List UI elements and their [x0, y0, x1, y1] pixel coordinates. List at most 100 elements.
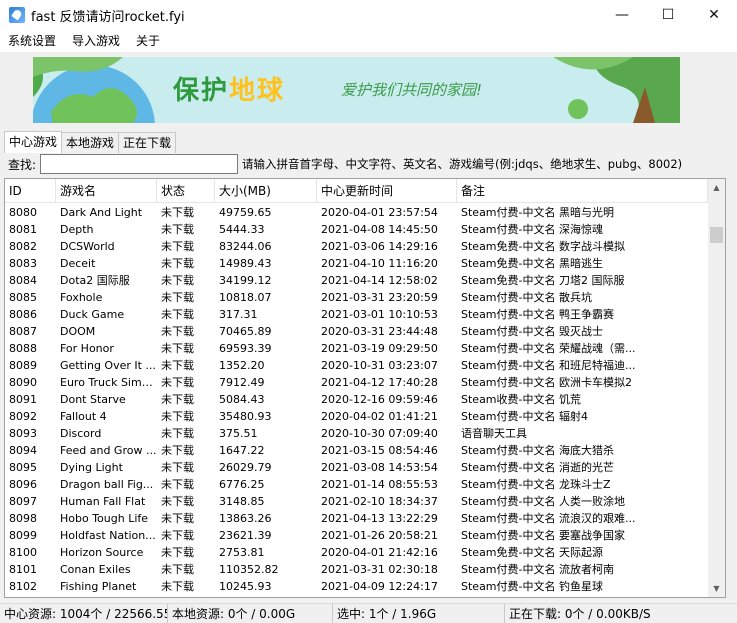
cell-updated: 2021-03-19 09:29:50 — [321, 342, 438, 355]
table-row[interactable]: 8094 Feed and Grow ... 未下载 1647.22 2021-03-1… — [5, 442, 708, 459]
table-row[interactable]: 8088 For Honor 未下载 69593.39 2021-03-19 09:29… — [5, 340, 708, 357]
tab-downloading[interactable]: 正在下载 — [118, 132, 177, 153]
table-row[interactable]: 8096 Dragon ball Fig... 未下载 6776.25 2021-01-… — [5, 476, 708, 493]
vertical-scrollbar[interactable]: ▲ ▼ — [708, 179, 725, 597]
table-row[interactable]: 8095 Dying Light 未下载 26029.79 2021-03-08 14:… — [5, 459, 708, 476]
table-row[interactable]: 8091 Dont Starve 未下载 5084.43 2020-12-16 09:5… — [5, 391, 708, 408]
cell-note: 语音聊天工具 — [461, 427, 527, 440]
cell-id: 8084 — [9, 274, 37, 287]
table-row[interactable]: 8089 Getting Over It ... 未下载 1352.20 2020-10… — [5, 357, 708, 374]
cell-size: 70465.89 — [219, 325, 272, 338]
cell-size: 69593.39 — [219, 342, 272, 355]
cell-id: 8099 — [9, 529, 37, 542]
table-row[interactable]: 8101 Conan Exiles 未下载 110352.82 2021-03-31 0… — [5, 561, 708, 578]
table-row[interactable]: 8085 Foxhole 未下载 10818.07 2021-03-31 23:20:5… — [5, 289, 708, 306]
cell-id: 8086 — [9, 308, 37, 321]
scroll-up-arrow-icon[interactable]: ▲ — [708, 179, 725, 196]
cell-status: 未下载 — [161, 223, 194, 236]
cell-status: 未下载 — [161, 291, 194, 304]
table-row[interactable]: 8083 Deceit 未下载 14989.43 2021-04-10 11:16:20… — [5, 255, 708, 272]
column-header-id[interactable]: ID — [5, 179, 56, 203]
table-body: 8080 Dark And Light 未下载 49759.65 2020-04-01 … — [5, 204, 708, 595]
cell-status: 未下载 — [161, 308, 194, 321]
cell-id: 8087 — [9, 325, 37, 338]
cell-note: Steam付费-中文名 欧洲卡车模拟2 — [461, 376, 632, 389]
table-row[interactable]: 8092 Fallout 4 未下载 35480.93 2020-04-02 01:41… — [5, 408, 708, 425]
column-header-note[interactable]: 备注 — [457, 179, 708, 203]
cell-note: Steam付费-中文名 散兵坑 — [461, 291, 592, 304]
cell-updated: 2021-03-31 23:20:59 — [321, 291, 438, 304]
search-hint: 请输入拼音首字母、中文字符、英文名、游戏编号(例:jdqs、绝地求生、pubg、… — [242, 157, 683, 171]
column-header-status[interactable]: 状态 — [157, 179, 215, 203]
search-input[interactable] — [40, 154, 239, 174]
table-row[interactable]: 8080 Dark And Light 未下载 49759.65 2020-04-01 … — [5, 204, 708, 221]
cell-updated: 2020-04-01 23:57:54 — [321, 206, 438, 219]
cell-id: 8101 — [9, 563, 37, 576]
cell-size: 2753.81 — [219, 546, 265, 559]
cell-status: 未下载 — [161, 376, 194, 389]
cell-status: 未下载 — [161, 342, 194, 355]
cell-id: 8085 — [9, 291, 37, 304]
column-header-updated[interactable]: 中心更新时间 — [317, 179, 457, 203]
cell-updated: 2020-10-30 07:09:40 — [321, 427, 438, 440]
cell-updated: 2020-12-16 09:59:46 — [321, 393, 438, 406]
rocket-app-icon — [9, 7, 25, 23]
menu-system-settings[interactable]: 系统设置 — [0, 30, 64, 52]
minimize-button[interactable]: — — [599, 0, 645, 30]
table-row[interactable]: 8093 Discord 未下载 375.51 2020-10-30 07:09:40 语… — [5, 425, 708, 442]
cell-status: 未下载 — [161, 410, 194, 423]
cell-id: 8080 — [9, 206, 37, 219]
cell-note: Steam付费-中文名 要塞战争国家 — [461, 529, 625, 542]
cell-updated: 2021-03-31 02:30:18 — [321, 563, 438, 576]
cell-name: Feed and Grow ... — [60, 444, 157, 457]
cell-updated: 2021-03-08 14:53:54 — [321, 461, 438, 474]
table-row[interactable]: 8087 DOOM 未下载 70465.89 2020-03-31 23:44:48 St… — [5, 323, 708, 340]
cell-updated: 2021-01-26 20:58:21 — [321, 529, 438, 542]
cell-note: Steam付费-中文名 钓鱼星球 — [461, 580, 603, 593]
tab-local-games[interactable]: 本地游戏 — [61, 132, 120, 153]
menu-about[interactable]: 关于 — [128, 30, 168, 52]
table-row[interactable]: 8090 Euro Truck Simu... 未下载 7912.49 2021-04-… — [5, 374, 708, 391]
cell-note: Steam免费-中文名 刀塔2 国际服 — [461, 274, 625, 287]
menu-import-game[interactable]: 导入游戏 — [64, 30, 128, 52]
close-button[interactable]: ✕ — [691, 0, 737, 30]
game-table: ID 游戏名 状态 大小(MB) 中心更新时间 备注 8080 Dark And … — [4, 178, 726, 598]
cell-note: Steam收费-中文名 饥荒 — [461, 393, 581, 406]
cell-updated: 2021-01-14 08:55:53 — [321, 478, 438, 491]
cell-updated: 2021-04-10 11:16:20 — [321, 257, 438, 270]
table-row[interactable]: 8100 Horizon Source 未下载 2753.81 2020-04-01 2… — [5, 544, 708, 561]
table-row[interactable]: 8102 Fishing Planet 未下载 10245.93 2021-04-09 … — [5, 578, 708, 595]
table-row[interactable]: 8084 Dota2 国际服 未下载 34199.12 2021-04-14 12:58… — [5, 272, 708, 289]
cell-status: 未下载 — [161, 427, 194, 440]
scrollbar-thumb[interactable] — [710, 227, 723, 243]
cell-status: 未下载 — [161, 257, 194, 270]
cell-status: 未下载 — [161, 563, 194, 576]
status-downloading: 正在下载: 0个 / 0.00KB/S — [509, 606, 651, 621]
cell-updated: 2020-03-31 23:44:48 — [321, 325, 438, 338]
scroll-down-arrow-icon[interactable]: ▼ — [708, 580, 725, 597]
cell-status: 未下载 — [161, 546, 194, 559]
window-controls: — ☐ ✕ — [599, 0, 737, 30]
cell-name: Human Fall Flat — [60, 495, 146, 508]
cell-id: 8092 — [9, 410, 37, 423]
cell-id: 8094 — [9, 444, 37, 457]
banner-image: 保护地球 爱护我们共同的家园! — [33, 57, 680, 123]
table-row[interactable]: 8099 Holdfast Nation... 未下载 23621.39 2021-01… — [5, 527, 708, 544]
column-header-size[interactable]: 大小(MB) — [215, 179, 317, 203]
cell-status: 未下载 — [161, 444, 194, 457]
cell-updated: 2021-04-09 12:24:17 — [321, 580, 438, 593]
cell-status: 未下载 — [161, 478, 194, 491]
cell-id: 8102 — [9, 580, 37, 593]
table-row[interactable]: 8082 DCSWorld 未下载 83244.06 2021-03-06 14:29:… — [5, 238, 708, 255]
maximize-button[interactable]: ☐ — [645, 0, 691, 30]
table-row[interactable]: 8086 Duck Game 未下载 317.31 2021-03-01 10:10:5… — [5, 306, 708, 323]
banner-title: 保护地球 — [173, 70, 285, 107]
cell-size: 13863.26 — [219, 512, 272, 525]
tab-center-games[interactable]: 中心游戏 — [4, 131, 63, 153]
table-row[interactable]: 8081 Depth 未下载 5444.33 2021-04-08 14:45:50 St… — [5, 221, 708, 238]
cell-id: 8088 — [9, 342, 37, 355]
table-row[interactable]: 8098 Hobo Tough Life 未下载 13863.26 2021-04-13… — [5, 510, 708, 527]
cell-note: Steam付费-中文名 流放者柯南 — [461, 563, 614, 576]
table-row[interactable]: 8097 Human Fall Flat 未下载 3148.85 2021-02-10 … — [5, 493, 708, 510]
column-header-name[interactable]: 游戏名 — [56, 179, 157, 203]
